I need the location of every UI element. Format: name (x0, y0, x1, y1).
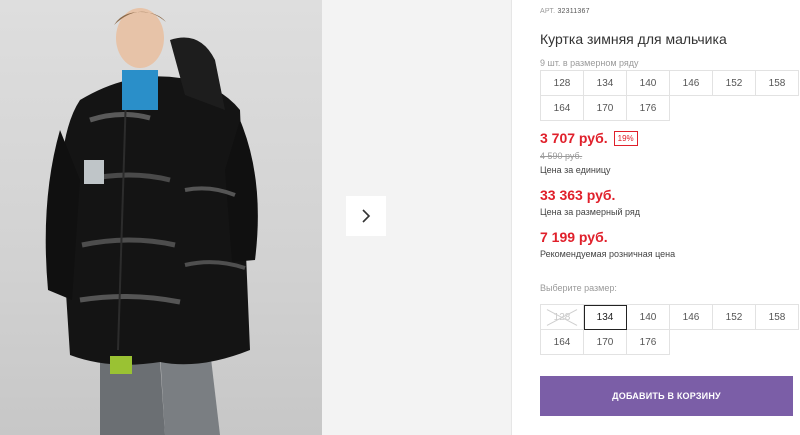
next-image-button[interactable] (346, 196, 386, 236)
add-to-cart-button[interactable]: ДОБАВИТЬ В КОРЗИНУ (540, 376, 793, 416)
product-photo[interactable] (0, 0, 322, 435)
size-option[interactable]: 152 (713, 305, 756, 330)
size-row-cell: 140 (627, 71, 670, 96)
jacket-illustration (45, 8, 258, 435)
article-code: 32311367 (557, 8, 590, 15)
row-price: 33 363 руб. (540, 187, 616, 203)
choose-size-label: Выберите размер: (540, 283, 617, 293)
row-price-label: Цена за размерный ряд (540, 207, 641, 217)
size-selector: 128 134 140 146 152 158 164 170 176 (540, 304, 799, 355)
article-label: АРТ. (540, 8, 556, 15)
size-row-cell: 152 (713, 71, 756, 96)
size-row-cell: 170 (584, 96, 627, 121)
size-option[interactable]: 164 (541, 330, 584, 355)
size-option[interactable]: 170 (584, 330, 627, 355)
size-row-grid: 128 134 140 146 152 158 164 170 176 (540, 70, 799, 121)
size-option[interactable]: 146 (670, 305, 713, 330)
product-info-panel: АРТ. 32311367 Куртка зимняя для мальчика… (540, 0, 800, 435)
size-row-cell: 134 (584, 71, 627, 96)
old-price: 4 590 руб. (540, 151, 583, 161)
size-option[interactable]: 176 (627, 330, 670, 355)
product-gallery (0, 0, 512, 435)
chevron-right-icon (362, 209, 371, 223)
size-option-unavailable: 128 (541, 305, 584, 330)
size-row-cell: 128 (541, 71, 584, 96)
size-option-selected[interactable]: 134 (584, 305, 627, 330)
size-count-text: 9 шт. в размерном ряду (540, 58, 639, 68)
discount-badge: 19% (613, 130, 638, 146)
unit-price-block: 3 707 руб. 19% (540, 130, 638, 146)
size-row-cell: 146 (670, 71, 713, 96)
product-title: Куртка зимняя для мальчика (540, 31, 727, 47)
size-row-cell: 158 (756, 71, 799, 96)
unit-price: 3 707 руб. (540, 130, 608, 146)
size-option[interactable]: 158 (756, 305, 799, 330)
retail-price: 7 199 руб. (540, 229, 608, 245)
size-row-cell: 176 (627, 96, 670, 121)
unit-price-label: Цена за единицу (540, 165, 611, 175)
size-option[interactable]: 140 (627, 305, 670, 330)
size-row-cell: 164 (541, 96, 584, 121)
retail-price-label: Рекомендуемая розничная цена (540, 249, 676, 259)
divider (511, 0, 512, 435)
article-number: АРТ. 32311367 (540, 8, 590, 15)
